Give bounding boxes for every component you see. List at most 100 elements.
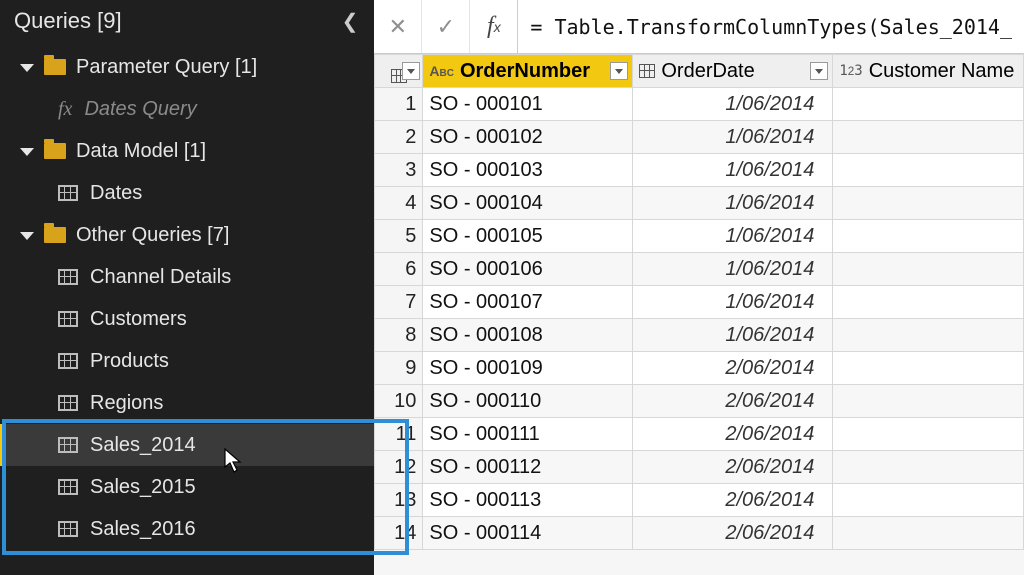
row-number[interactable]: 6: [375, 253, 423, 286]
column-header-ordernumber[interactable]: ABC OrderNumber: [423, 55, 633, 88]
cell-ordernumber[interactable]: SO - 000107: [423, 286, 633, 319]
query-group[interactable]: Parameter Query [1]: [0, 46, 374, 88]
row-number[interactable]: 11: [375, 418, 423, 451]
date-type-icon: [639, 64, 655, 78]
row-number[interactable]: 5: [375, 220, 423, 253]
table-query-item[interactable]: Customers: [0, 298, 374, 340]
query-label: Dates Query: [84, 98, 196, 121]
table-menu-dropdown[interactable]: [402, 62, 420, 80]
cell-ordernumber[interactable]: SO - 000114: [423, 517, 633, 550]
cell-customername[interactable]: [833, 220, 1024, 253]
cell-orderdate[interactable]: 2/06/2014: [633, 484, 833, 517]
row-number[interactable]: 9: [375, 352, 423, 385]
cell-ordernumber[interactable]: SO - 000103: [423, 154, 633, 187]
cancel-formula-button[interactable]: ✕: [374, 0, 422, 53]
commit-formula-button[interactable]: ✓: [422, 0, 470, 53]
cell-orderdate[interactable]: 1/06/2014: [633, 121, 833, 154]
cell-orderdate[interactable]: 2/06/2014: [633, 517, 833, 550]
cell-ordernumber[interactable]: SO - 000105: [423, 220, 633, 253]
table-row[interactable]: 6 SO - 000106 1/06/2014: [375, 253, 1024, 286]
table-query-item[interactable]: Products: [0, 340, 374, 382]
table-row[interactable]: 3 SO - 000103 1/06/2014: [375, 154, 1024, 187]
cell-ordernumber[interactable]: SO - 000112: [423, 451, 633, 484]
table-query-item[interactable]: Sales_2016: [0, 508, 374, 550]
cell-customername[interactable]: [833, 187, 1024, 220]
table-row[interactable]: 2 SO - 000102 1/06/2014: [375, 121, 1024, 154]
cell-customername[interactable]: [833, 88, 1024, 121]
query-group[interactable]: Data Model [1]: [0, 130, 374, 172]
cell-ordernumber[interactable]: SO - 000104: [423, 187, 633, 220]
cell-orderdate[interactable]: 1/06/2014: [633, 253, 833, 286]
row-number[interactable]: 8: [375, 319, 423, 352]
cell-orderdate[interactable]: 1/06/2014: [633, 154, 833, 187]
column-filter-dropdown[interactable]: [810, 62, 828, 80]
table-row[interactable]: 8 SO - 000108 1/06/2014: [375, 319, 1024, 352]
table-query-item[interactable]: Sales_2014: [0, 424, 374, 466]
fx-query-item[interactable]: fx Dates Query: [0, 88, 374, 130]
table-row[interactable]: 14 SO - 000114 2/06/2014: [375, 517, 1024, 550]
table-query-item[interactable]: Channel Details: [0, 256, 374, 298]
cell-orderdate[interactable]: 2/06/2014: [633, 352, 833, 385]
formula-input[interactable]: = Table.TransformColumnTypes(Sales_2014_: [518, 15, 1024, 39]
cell-orderdate[interactable]: 2/06/2014: [633, 385, 833, 418]
column-header-orderdate[interactable]: OrderDate: [633, 55, 833, 88]
cell-orderdate[interactable]: 1/06/2014: [633, 220, 833, 253]
cell-orderdate[interactable]: 1/06/2014: [633, 319, 833, 352]
cell-customername[interactable]: [833, 385, 1024, 418]
cell-ordernumber[interactable]: SO - 000110: [423, 385, 633, 418]
table-row[interactable]: 11 SO - 000111 2/06/2014: [375, 418, 1024, 451]
cell-customername[interactable]: [833, 286, 1024, 319]
cell-orderdate[interactable]: 1/06/2014: [633, 187, 833, 220]
row-number[interactable]: 1: [375, 88, 423, 121]
table-row[interactable]: 5 SO - 000105 1/06/2014: [375, 220, 1024, 253]
column-header-customername[interactable]: 123 Customer Name: [833, 55, 1024, 88]
cell-customername[interactable]: [833, 319, 1024, 352]
column-filter-dropdown[interactable]: [610, 62, 628, 80]
collapse-sidebar-icon[interactable]: ❮: [342, 9, 359, 34]
table-row[interactable]: 13 SO - 000113 2/06/2014: [375, 484, 1024, 517]
row-number[interactable]: 12: [375, 451, 423, 484]
table-icon: [58, 437, 78, 453]
cell-customername[interactable]: [833, 154, 1024, 187]
fx-icon[interactable]: fx: [470, 0, 518, 53]
cell-customername[interactable]: [833, 253, 1024, 286]
row-number[interactable]: 2: [375, 121, 423, 154]
cell-customername[interactable]: [833, 418, 1024, 451]
table-icon: [58, 395, 78, 411]
row-number[interactable]: 4: [375, 187, 423, 220]
select-all-corner[interactable]: [375, 55, 423, 88]
row-number[interactable]: 3: [375, 154, 423, 187]
cell-ordernumber[interactable]: SO - 000111: [423, 418, 633, 451]
cell-ordernumber[interactable]: SO - 000109: [423, 352, 633, 385]
cell-ordernumber[interactable]: SO - 000106: [423, 253, 633, 286]
table-row[interactable]: 10 SO - 000110 2/06/2014: [375, 385, 1024, 418]
sidebar-title: Queries [9]: [14, 8, 122, 34]
cell-orderdate[interactable]: 1/06/2014: [633, 88, 833, 121]
row-number[interactable]: 7: [375, 286, 423, 319]
row-number[interactable]: 13: [375, 484, 423, 517]
table-row[interactable]: 12 SO - 000112 2/06/2014: [375, 451, 1024, 484]
cell-customername[interactable]: [833, 451, 1024, 484]
row-number[interactable]: 14: [375, 517, 423, 550]
cell-orderdate[interactable]: 2/06/2014: [633, 418, 833, 451]
table-row[interactable]: 9 SO - 000109 2/06/2014: [375, 352, 1024, 385]
table-query-item[interactable]: Regions: [0, 382, 374, 424]
table-query-item[interactable]: Sales_2015: [0, 466, 374, 508]
table-row[interactable]: 7 SO - 000107 1/06/2014: [375, 286, 1024, 319]
table-row[interactable]: 4 SO - 000104 1/06/2014: [375, 187, 1024, 220]
row-number[interactable]: 10: [375, 385, 423, 418]
cell-ordernumber[interactable]: SO - 000113: [423, 484, 633, 517]
cell-customername[interactable]: [833, 517, 1024, 550]
cell-ordernumber[interactable]: SO - 000108: [423, 319, 633, 352]
table-query-item[interactable]: Dates: [0, 172, 374, 214]
cell-ordernumber[interactable]: SO - 000101: [423, 88, 633, 121]
table-icon: [58, 311, 78, 327]
cell-customername[interactable]: [833, 121, 1024, 154]
cell-customername[interactable]: [833, 352, 1024, 385]
cell-orderdate[interactable]: 2/06/2014: [633, 451, 833, 484]
cell-customername[interactable]: [833, 484, 1024, 517]
cell-orderdate[interactable]: 1/06/2014: [633, 286, 833, 319]
query-group[interactable]: Other Queries [7]: [0, 214, 374, 256]
table-row[interactable]: 1 SO - 000101 1/06/2014: [375, 88, 1024, 121]
cell-ordernumber[interactable]: SO - 000102: [423, 121, 633, 154]
